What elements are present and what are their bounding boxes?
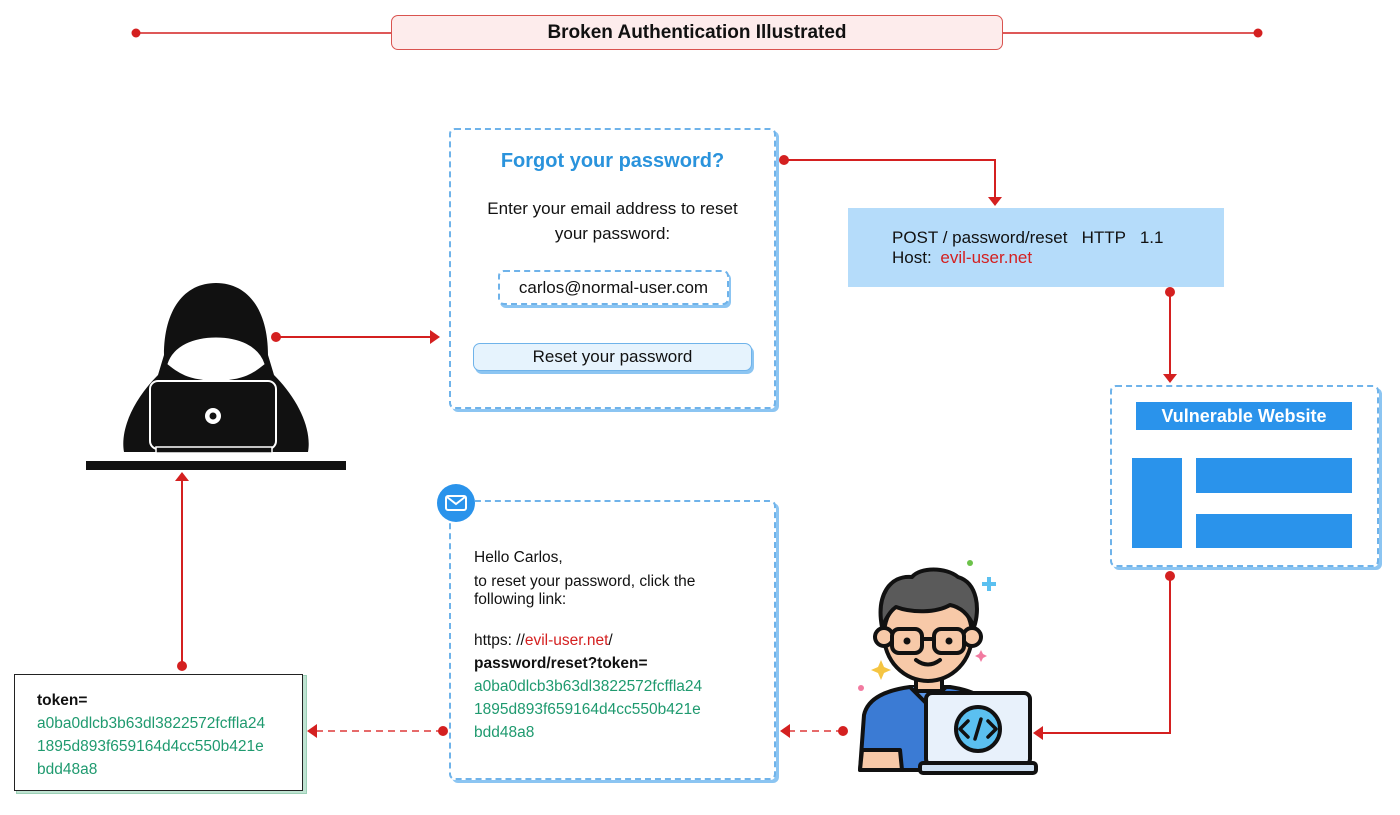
http-request-box: POST / password/reset HTTP 1.1 Host: evi… <box>848 208 1224 287</box>
reset-link[interactable]: https: //evil-user.net/ password/reset?t… <box>474 629 762 744</box>
host-label: Host: <box>892 248 932 267</box>
vulnerable-website-card: Vulnerable Website <box>1110 385 1379 567</box>
site-content-block <box>1196 458 1352 493</box>
forgot-password-heading: Forgot your password? <box>500 150 725 172</box>
arrow-token-to-hacker <box>175 472 189 671</box>
token-line: a0ba0dlcb3b63dl3822572fcffla24 <box>474 678 703 695</box>
token-line: bdd48a8 <box>37 761 98 778</box>
reset-email-card: Hello Carlos, to reset your password, cl… <box>449 500 776 780</box>
vulnerable-website-header: Vulnerable Website <box>1136 402 1352 430</box>
email-field[interactable]: carlos@normal-user.com <box>498 270 729 305</box>
forgot-password-card: Forgot your password? Enter your email a… <box>449 128 776 409</box>
email-line: to reset your password, click the <box>474 573 696 590</box>
email-body: Hello Carlos, to reset your password, cl… <box>474 549 762 744</box>
url-prefix: https: // <box>474 632 525 649</box>
arrow-developer-to-email <box>780 724 848 738</box>
email-line: following link: <box>474 591 567 608</box>
code-icon <box>954 705 1002 753</box>
arrow-form-to-request <box>779 155 1002 206</box>
token-label: token= <box>37 692 88 709</box>
token-line: a0ba0dlcb3b63dl3822572fcffla24 <box>37 715 266 732</box>
url-path: password/reset?token= <box>474 655 648 672</box>
hacker-icon <box>84 280 348 474</box>
site-sidebar-block <box>1132 458 1182 548</box>
email-greeting: Hello Carlos, <box>474 549 563 566</box>
mail-icon <box>437 484 475 522</box>
host-value: evil-user.net <box>940 248 1033 267</box>
token-line: 1895d893f659164d4cc550b421e <box>474 701 701 718</box>
arrow-request-to-site <box>1163 287 1177 383</box>
url-host: evil-user.net <box>524 632 609 649</box>
diagram-title: Broken Authentication Illustrated <box>391 15 1003 50</box>
arrow-email-to-token <box>307 724 448 738</box>
stolen-token-box: token= a0ba0dlcb3b63dl3822572fcffla24 18… <box>14 674 303 791</box>
site-content-block <box>1196 514 1352 548</box>
url-slash: / <box>608 632 613 649</box>
forgot-password-description: Enter your email address to reset your p… <box>487 199 738 243</box>
developer-icon <box>850 555 1040 780</box>
request-line: POST / password/reset HTTP 1.1 <box>892 228 1164 247</box>
host-line: Host: evil-user.net <box>892 248 1224 268</box>
token-line: bdd48a8 <box>474 724 535 741</box>
arrow-site-to-developer <box>1033 571 1175 740</box>
reset-password-button[interactable]: Reset your password <box>473 343 752 371</box>
token-line: 1895d893f659164d4cc550b421e <box>37 738 264 755</box>
